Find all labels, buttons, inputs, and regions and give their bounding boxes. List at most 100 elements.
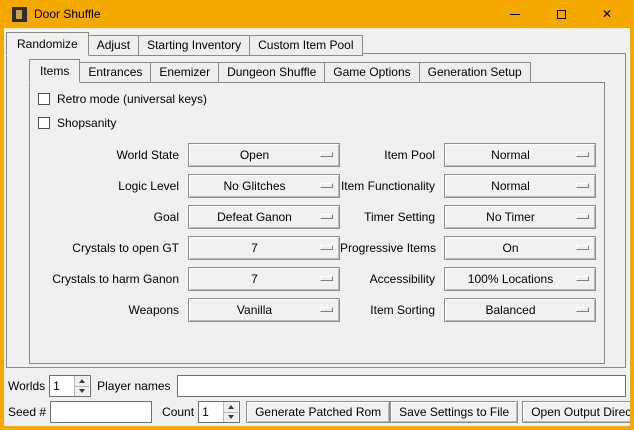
dropdown-indicator-icon xyxy=(576,152,589,157)
dropdown-progressive-items-value: On xyxy=(445,241,576,255)
dropdown-indicator-icon xyxy=(320,307,333,312)
count-input[interactable] xyxy=(199,402,223,422)
dropdown-weapons-value: Vanilla xyxy=(189,303,320,317)
shopsanity-label: Shopsanity xyxy=(57,116,116,130)
dropdown-world-state-value: Open xyxy=(189,148,320,162)
outer-tab-bar: Randomize Adjust Starting Inventory Cust… xyxy=(4,28,630,56)
label-world-state: World State xyxy=(38,148,188,162)
tab-randomize[interactable]: Randomize xyxy=(6,32,89,56)
seed-input[interactable] xyxy=(50,401,152,423)
tab-entrances[interactable]: Entrances xyxy=(79,62,151,83)
maximize-icon xyxy=(557,10,566,19)
tab-enemizer[interactable]: Enemizer xyxy=(150,62,219,83)
dropdown-item-sorting[interactable]: Balanced xyxy=(444,298,596,322)
label-item-sorting: Item Sorting xyxy=(340,303,444,317)
label-progressive-items: Progressive Items xyxy=(340,241,444,255)
generate-patched-rom-button[interactable]: Generate Patched Rom xyxy=(246,401,390,423)
tab-starting-inventory[interactable]: Starting Inventory xyxy=(138,35,250,56)
label-timer-setting: Timer Setting xyxy=(340,210,444,224)
retro-mode-checkbox-row[interactable]: Retro mode (universal keys) xyxy=(38,91,596,106)
tab-generation-setup[interactable]: Generation Setup xyxy=(419,62,531,83)
worlds-row: Worlds Player names xyxy=(8,375,626,397)
app-icon xyxy=(12,7,27,22)
seed-label: Seed # xyxy=(8,405,46,419)
window: Door Shuffle ✕ Randomize Adjust Starting… xyxy=(0,0,634,430)
dropdown-indicator-icon xyxy=(576,276,589,281)
count-spinner-buttons xyxy=(223,402,238,422)
worlds-label: Worlds xyxy=(8,379,45,393)
arrow-down-icon xyxy=(228,415,234,419)
close-icon: ✕ xyxy=(602,8,612,20)
save-settings-button[interactable]: Save Settings to File xyxy=(390,401,518,423)
tab-game-options[interactable]: Game Options xyxy=(324,62,419,83)
label-accessibility: Accessibility xyxy=(340,272,444,286)
dropdown-item-pool[interactable]: Normal xyxy=(444,143,596,167)
dropdown-crystals-open-gt[interactable]: 7 xyxy=(188,236,340,260)
arrow-up-icon xyxy=(228,405,234,409)
open-output-directory-button[interactable]: Open Output Directory xyxy=(522,401,634,423)
close-button[interactable]: ✕ xyxy=(584,0,630,28)
dropdown-timer-setting[interactable]: No Timer xyxy=(444,205,596,229)
dropdown-item-pool-value: Normal xyxy=(445,148,576,162)
dropdown-indicator-icon xyxy=(576,245,589,250)
window-controls: ✕ xyxy=(492,0,630,28)
label-crystals-open-gt: Crystals to open GT xyxy=(38,241,188,255)
options-grid: World State Open Item Pool Normal Logic … xyxy=(38,139,596,325)
dropdown-goal-value: Defeat Ganon xyxy=(189,210,320,224)
dropdown-weapons[interactable]: Vanilla xyxy=(188,298,340,322)
dropdown-indicator-icon xyxy=(320,276,333,281)
dropdown-item-sorting-value: Balanced xyxy=(445,303,576,317)
dropdown-crystals-harm-ganon-value: 7 xyxy=(189,272,320,286)
label-logic-level: Logic Level xyxy=(38,179,188,193)
count-down-button[interactable] xyxy=(224,412,238,423)
worlds-up-button[interactable] xyxy=(75,376,89,386)
tab-dungeon-shuffle[interactable]: Dungeon Shuffle xyxy=(218,62,325,83)
dropdown-logic-level[interactable]: No Glitches xyxy=(188,174,340,198)
window-title: Door Shuffle xyxy=(34,7,101,21)
count-spinner[interactable] xyxy=(198,401,240,423)
tab-items[interactable]: Items xyxy=(29,59,80,83)
player-names-input[interactable] xyxy=(177,375,627,397)
worlds-spinner-buttons xyxy=(74,376,89,396)
dropdown-indicator-icon xyxy=(320,214,333,219)
inner-tab-bar: Items Entrances Enemizer Dungeon Shuffle… xyxy=(29,59,605,83)
dropdown-progressive-items[interactable]: On xyxy=(444,236,596,260)
dropdown-indicator-icon xyxy=(576,183,589,188)
dropdown-indicator-icon xyxy=(576,214,589,219)
dropdown-crystals-open-gt-value: 7 xyxy=(189,241,320,255)
dropdown-item-functionality[interactable]: Normal xyxy=(444,174,596,198)
dropdown-crystals-harm-ganon[interactable]: 7 xyxy=(188,267,340,291)
shopsanity-checkbox-row[interactable]: Shopsanity xyxy=(38,115,596,130)
player-names-label: Player names xyxy=(97,379,170,393)
label-item-pool: Item Pool xyxy=(340,148,444,162)
dropdown-world-state[interactable]: Open xyxy=(188,143,340,167)
arrow-up-icon xyxy=(79,379,85,383)
inner-notebook: Items Entrances Enemizer Dungeon Shuffle… xyxy=(29,59,605,364)
dropdown-goal[interactable]: Defeat Ganon xyxy=(188,205,340,229)
dropdown-item-functionality-value: Normal xyxy=(445,179,576,193)
randomize-panel: Items Entrances Enemizer Dungeon Shuffle… xyxy=(6,53,626,368)
shopsanity-checkbox[interactable] xyxy=(38,117,50,129)
minimize-icon xyxy=(510,14,520,15)
worlds-spinner[interactable] xyxy=(49,375,91,397)
tab-custom-item-pool[interactable]: Custom Item Pool xyxy=(249,35,362,56)
count-label: Count xyxy=(162,405,194,419)
retro-mode-checkbox[interactable] xyxy=(38,93,50,105)
label-crystals-harm-ganon: Crystals to harm Ganon xyxy=(38,272,188,286)
retro-mode-label: Retro mode (universal keys) xyxy=(57,92,207,106)
dropdown-indicator-icon xyxy=(320,183,333,188)
maximize-button[interactable] xyxy=(538,0,584,28)
bottom-bar: Worlds Player names Seed # xyxy=(8,375,626,423)
dropdown-indicator-icon xyxy=(320,245,333,250)
dropdown-accessibility[interactable]: 100% Locations xyxy=(444,267,596,291)
minimize-button[interactable] xyxy=(492,0,538,28)
seed-row: Seed # Count Generate Patched Rom Save S… xyxy=(8,401,626,423)
dropdown-indicator-icon xyxy=(320,152,333,157)
tab-adjust[interactable]: Adjust xyxy=(88,35,139,56)
worlds-down-button[interactable] xyxy=(75,386,89,397)
dropdown-indicator-icon xyxy=(576,307,589,312)
count-up-button[interactable] xyxy=(224,402,238,412)
dropdown-accessibility-value: 100% Locations xyxy=(445,272,576,286)
titlebar[interactable]: Door Shuffle ✕ xyxy=(4,0,630,28)
worlds-input[interactable] xyxy=(50,376,74,396)
